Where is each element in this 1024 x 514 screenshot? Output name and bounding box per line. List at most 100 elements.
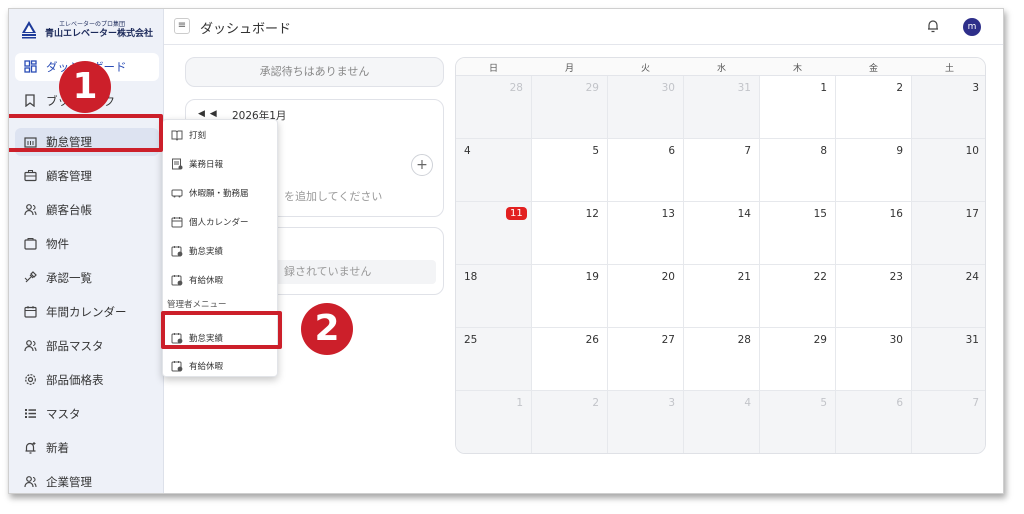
calendar-day-cell[interactable]: 3	[608, 391, 684, 453]
calendar-day-number: 9	[896, 145, 903, 157]
calendar-day-cell[interactable]: 9	[836, 139, 912, 202]
sidebar-item-label: 承認一覧	[46, 271, 92, 285]
submenu-item-attendance-record[interactable]: 勤怠実績	[163, 239, 279, 263]
sidebar-item-news[interactable]: 新着	[15, 434, 159, 462]
submenu-item-label: 勤怠実績	[189, 247, 224, 257]
list-icon	[23, 407, 37, 421]
sidebar-item-parts-master[interactable]: 部品マスタ	[15, 332, 159, 360]
sidebar-item-company[interactable]: 企業管理	[15, 468, 159, 493]
sidebar-item-property[interactable]: 物件	[15, 230, 159, 258]
calendar-day-cell[interactable]: 2	[532, 391, 608, 453]
calendar-day-number: 30	[889, 334, 903, 346]
add-button[interactable]: +	[411, 154, 433, 176]
calendar-day-cell[interactable]: 18	[456, 265, 532, 328]
calendar-day-cell[interactable]: 4	[456, 139, 532, 202]
calendar-day-number: 16	[889, 208, 903, 220]
sidebar-item-master[interactable]: マスタ	[15, 400, 159, 428]
calendar-day-cell[interactable]: 23	[836, 265, 912, 328]
calendar-day-cell[interactable]: 29	[532, 76, 608, 139]
calendar-day-cell[interactable]: 27	[608, 328, 684, 391]
avatar[interactable]: m	[963, 18, 981, 36]
calendar-day-cell[interactable]: 29	[760, 328, 836, 391]
submenu-item-leave-request[interactable]: 休暇願・勤務届	[163, 181, 279, 205]
calendar-day-number: 7	[972, 397, 979, 409]
calendar-day-cell[interactable]: 31	[912, 328, 985, 391]
calendar-day-cell[interactable]: 24	[912, 265, 985, 328]
submenu-item-paid-leave[interactable]: 有給休暇	[163, 268, 279, 292]
calendar-day-number: 2	[592, 397, 599, 409]
calendar-day-cell[interactable]: 14	[684, 202, 760, 265]
calendar-day-cell[interactable]: 1	[456, 391, 532, 453]
sidebar-item-approvals[interactable]: 承認一覧	[15, 264, 159, 292]
weekday-sat: 土	[944, 64, 954, 74]
calendar-day-number: 29	[813, 334, 827, 346]
prev-month-icon[interactable]: ◀ ◀	[198, 109, 218, 119]
calendar-day-cell[interactable]: 28	[684, 328, 760, 391]
calendar-day-number: 28	[509, 82, 523, 94]
sidebar-item-customer-ledger[interactable]: 顧客台帳	[15, 196, 159, 224]
calendar-day-cell[interactable]: 30	[608, 76, 684, 139]
calendar-day-cell[interactable]: 19	[532, 265, 608, 328]
submenu-item-clock-in[interactable]: 打刻	[163, 123, 279, 147]
calendar-day-number: 1	[820, 82, 827, 94]
calendar-day-cell[interactable]: 5	[760, 391, 836, 453]
weekday-sun: 日	[488, 64, 498, 74]
weekday-mon: 月	[564, 64, 574, 74]
weekday-tue: 火	[640, 64, 650, 74]
calendar-day-cell[interactable]: 17	[912, 202, 985, 265]
sidebar-item-parts-price[interactable]: 部品価格表	[15, 366, 159, 394]
calendar-day-cell[interactable]: 7	[912, 391, 985, 453]
calendar-day-number: 18	[464, 271, 478, 283]
submenu-item-admin-paid-leave[interactable]: 有給休暇	[163, 354, 279, 378]
calendar-day-number: 2	[896, 82, 903, 94]
calendar-day-cell[interactable]: 6	[608, 139, 684, 202]
step1-highlight-box	[9, 114, 163, 152]
todo-empty-text: を追加してください	[284, 190, 383, 203]
gear-icon	[23, 373, 37, 387]
calendar-day-cell[interactable]: 20	[608, 265, 684, 328]
briefcase-icon	[23, 169, 37, 183]
sidebar-item-label: 新着	[46, 441, 69, 455]
calendar-day-cell[interactable]: 4	[684, 391, 760, 453]
calendar-day-cell[interactable]: 8	[760, 139, 836, 202]
submenu-item-personal-calendar[interactable]: 個人カレンダー	[163, 210, 279, 234]
calendar-day-number: 26	[585, 334, 599, 346]
calendar-day-cell[interactable]: 7	[684, 139, 760, 202]
calendar-day-cell[interactable]: 31	[684, 76, 760, 139]
submenu-item-label: 有給休暇	[189, 276, 224, 286]
calendar-day-cell[interactable]: 21	[684, 265, 760, 328]
calendar-day-number: 5	[820, 397, 827, 409]
page-title: ダッシュボード	[200, 22, 292, 37]
calendar-day-number: 1	[516, 397, 523, 409]
sidebar-item-annual-calendar[interactable]: 年間カレンダー	[15, 298, 159, 326]
calendar-day-cell[interactable]: 26	[532, 328, 608, 391]
calendar-day-cell[interactable]: 25	[456, 328, 532, 391]
calendar-day-cell[interactable]: 3	[912, 76, 985, 139]
sidebar-item-customers[interactable]: 顧客管理	[15, 162, 159, 190]
calendar-day-number: 22	[813, 271, 827, 283]
calendar-day-cell[interactable]: 15	[760, 202, 836, 265]
calendar-day-cell[interactable]: 16	[836, 202, 912, 265]
calendar-day-cell[interactable]: 1	[760, 76, 836, 139]
calendar-day-cell[interactable]: 22	[760, 265, 836, 328]
submenu-item-label: 打刻	[189, 131, 207, 141]
bookmark-icon	[23, 94, 37, 108]
calendar-day-cell[interactable]: 30	[836, 328, 912, 391]
calendar-day-cell[interactable]: 5	[532, 139, 608, 202]
calendar-day-cell[interactable]: 6	[836, 391, 912, 453]
calendar-day-cell[interactable]: 11	[456, 202, 532, 265]
calendar-day-cell[interactable]: 2	[836, 76, 912, 139]
company-logo[interactable]: エレベーターのプロ集団 青山エレベーター株式会社	[19, 17, 159, 45]
calendar-day-cell[interactable]: 13	[608, 202, 684, 265]
menu-icon[interactable]: ≡	[174, 18, 190, 34]
sidebar-item-label: 顧客台帳	[46, 203, 92, 217]
step2-highlight-box	[161, 311, 282, 349]
pending-approvals: 承認待ちはありません	[185, 57, 444, 87]
submenu-item-daily-report[interactable]: 業務日報	[163, 152, 279, 176]
bell-icon[interactable]	[927, 19, 939, 37]
calendar-day-cell[interactable]: 12	[532, 202, 608, 265]
calendar-day-cell[interactable]: 28	[456, 76, 532, 139]
calendar-day-cell[interactable]: 10	[912, 139, 985, 202]
weekday-wed: 水	[716, 64, 726, 74]
submenu-item-label: 休暇願・勤務届	[189, 189, 249, 199]
